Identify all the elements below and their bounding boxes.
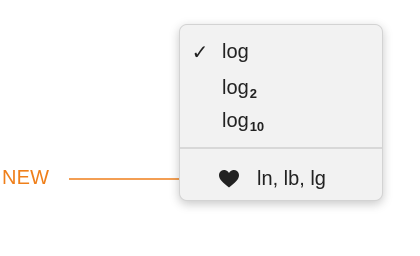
log2-subscript: 2 [249, 86, 257, 101]
heart-icon [219, 170, 239, 188]
log10-subscript: 10 [249, 119, 265, 134]
menu-item-log10[interactable]: log10 [180, 105, 382, 137]
menu-item-log[interactable]: ✓ log [180, 36, 382, 68]
menu-item-log2-label: log2 [222, 77, 257, 101]
menu-item-ln-lb-lg-label: ln, lb, lg [257, 168, 326, 190]
new-callout-label: NEW [2, 167, 50, 189]
stage: NEW ✓ log log2 log10 ln, lb, lg [0, 0, 420, 256]
menu-item-log-label: log [222, 41, 249, 63]
menu-item-log10-label: log10 [222, 110, 265, 134]
menu-item-ln-lb-lg[interactable]: ln, lb, lg [180, 163, 382, 195]
log-options-menu: ✓ log log2 log10 ln, lb, lg [179, 24, 383, 201]
menu-item-log2[interactable]: log2 [180, 72, 382, 104]
menu-separator [180, 147, 382, 149]
checkmark-icon: ✓ [191, 40, 209, 64]
